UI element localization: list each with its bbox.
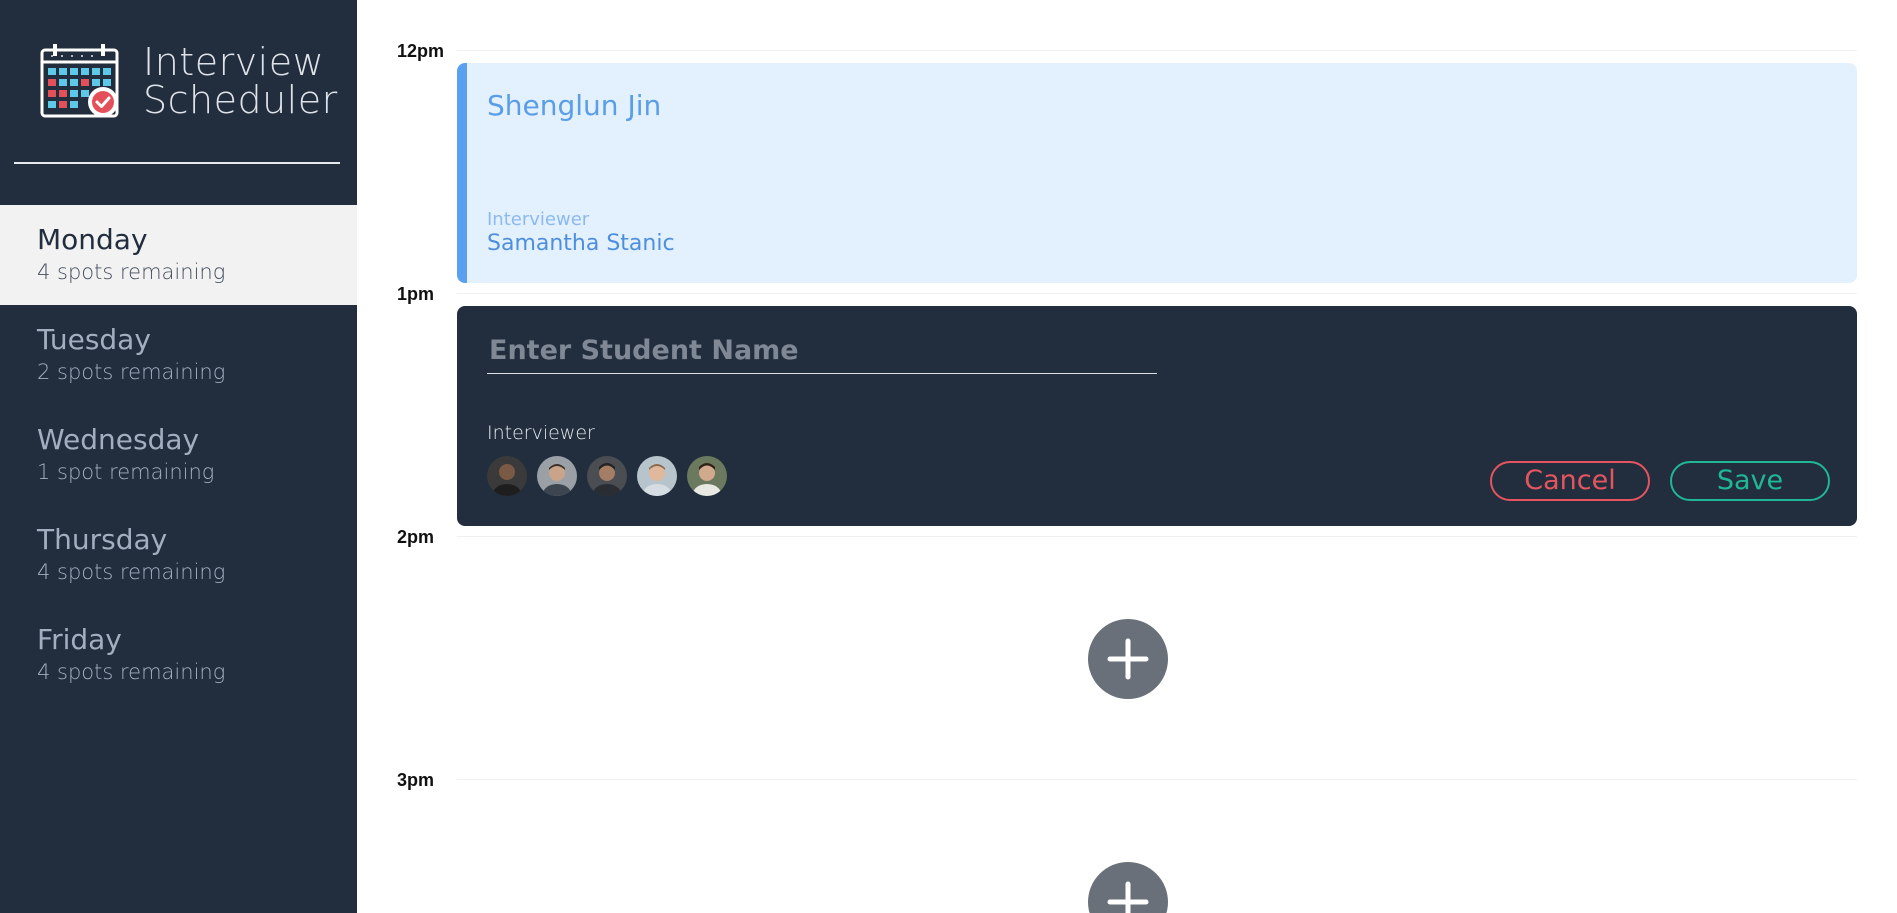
booked-appointment[interactable]: Shenglun Jin Interviewer Samantha Stanic (457, 63, 1857, 283)
interviewer-avatar[interactable] (537, 456, 577, 496)
add-appointment-button[interactable] (1088, 862, 1168, 913)
day-spots: 1 spot remaining (37, 460, 215, 484)
app-title-line2: Scheduler (143, 78, 338, 122)
sidebar-divider (14, 162, 340, 164)
day-name: Monday (37, 223, 148, 256)
app-title: Interview Scheduler (143, 43, 338, 119)
day-item-thursday[interactable]: Thursday 4 spots remaining (0, 505, 357, 605)
day-spots: 2 spots remaining (37, 360, 226, 384)
slot-divider (457, 536, 1857, 537)
plus-icon (1107, 881, 1149, 913)
day-list: Monday 4 spots remaining Tuesday 2 spots… (0, 205, 357, 705)
brand: Interview Scheduler (40, 42, 338, 120)
day-name: Thursday (37, 523, 168, 556)
time-label-12pm: 12pm (397, 41, 445, 61)
student-name: Shenglun Jin (487, 89, 662, 122)
interviewer-label: Interviewer (487, 422, 595, 444)
time-label-1pm: 1pm (397, 284, 435, 304)
save-button[interactable]: Save (1670, 461, 1830, 501)
cancel-button[interactable]: Cancel (1490, 461, 1650, 501)
schedule: 12pm 1pm 2pm 3pm Shenglun Jin Interviewe… (357, 0, 1897, 913)
calendar-logo-icon (40, 44, 119, 118)
day-spots: 4 spots remaining (37, 560, 226, 584)
slot-divider (457, 779, 1857, 780)
slot-divider (457, 50, 1857, 51)
interviewer-avatar[interactable] (587, 456, 627, 496)
interviewer-label: Interviewer (487, 209, 590, 230)
interviewer-avatar[interactable] (637, 456, 677, 496)
interviewer-avatar[interactable] (687, 456, 727, 496)
sidebar: Interview Scheduler Monday 4 spots remai… (0, 0, 357, 913)
interviewer-list (487, 456, 737, 496)
slot-divider (457, 293, 1857, 294)
student-name-input[interactable] (487, 328, 1157, 374)
day-name: Wednesday (37, 423, 200, 456)
time-label-3pm: 3pm (397, 770, 435, 790)
day-item-friday[interactable]: Friday 4 spots remaining (0, 605, 357, 705)
add-appointment-button[interactable] (1088, 619, 1168, 699)
day-name: Tuesday (37, 323, 151, 356)
interviewer-avatar[interactable] (487, 456, 527, 496)
day-item-monday[interactable]: Monday 4 spots remaining (0, 205, 357, 305)
day-spots: 4 spots remaining (37, 660, 226, 684)
app-title-line1: Interview (143, 40, 325, 84)
interviewer-name: Samantha Stanic (487, 231, 675, 256)
booking-form: Interviewer Cancel Save (457, 306, 1857, 526)
day-item-tuesday[interactable]: Tuesday 2 spots remaining (0, 305, 357, 405)
day-name: Friday (37, 623, 122, 656)
day-spots: 4 spots remaining (37, 260, 226, 284)
time-label-2pm: 2pm (397, 527, 435, 547)
plus-icon (1107, 638, 1149, 680)
day-item-wednesday[interactable]: Wednesday 1 spot remaining (0, 405, 357, 505)
